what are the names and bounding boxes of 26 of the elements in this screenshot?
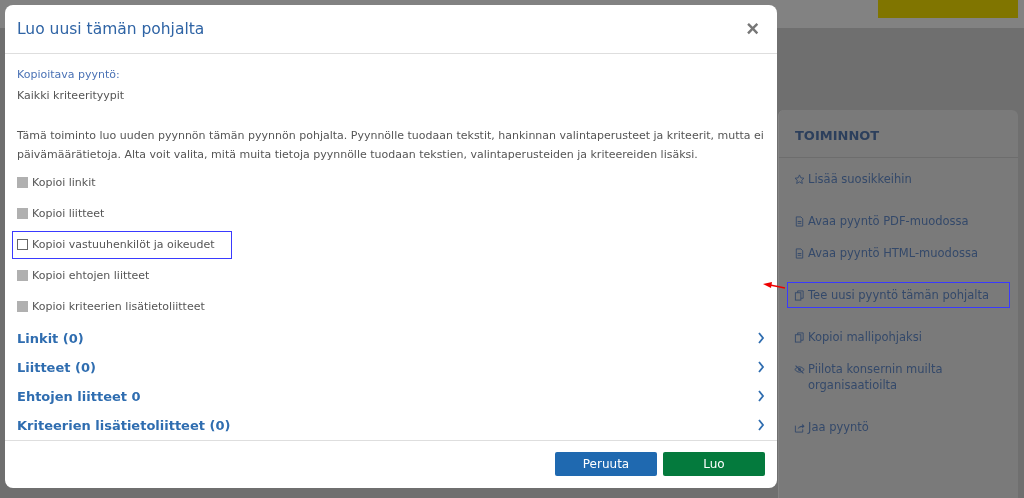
panel-title: TOIMINNOT	[794, 127, 881, 145]
create-button[interactable]: Luo	[663, 452, 765, 477]
dialog-title: Luo uusi tämän pohjalta	[17, 20, 205, 38]
chevron-icon	[757, 419, 765, 432]
star-icon	[794, 174, 805, 185]
cancel-button[interactable]: Peruuta	[555, 452, 657, 477]
hidden-eye-icon	[794, 364, 805, 375]
collapsible-section[interactable]: Liitteet (0)	[17, 352, 765, 382]
checkbox-option[interactable]: Kopioi vastuuhenkilöt ja oikeudet	[12, 230, 232, 259]
field-value: Kaikki kriteerityypit	[17, 88, 126, 102]
copy-icon	[794, 290, 805, 301]
description-text: Tämä toiminto luo uuden pyynnön tämän pyynnön pohjalta. Pyynnölle tuodaan tekstit, hankinnan valintaperusteet ja kriteerit, mutta ei päivämäärätietoja. Alta voit valita, mitä muita tietoja pyynnölle tuodaan tekstien, valintaperusteiden ja kriteereiden lisäksi.	[17, 127, 765, 163]
collapsible-section[interactable]: Ehtojen liitteet 0	[17, 381, 765, 411]
collapsible-section[interactable]: Linkit (0)	[17, 323, 765, 353]
collapsible-section[interactable]: Kriteerien lisätietoliitteet (0)	[17, 410, 765, 440]
close-button[interactable]: ×	[740, 16, 765, 42]
field-label: Kopioitava pyyntö:	[17, 67, 121, 81]
copy-icon	[794, 332, 805, 343]
checkbox[interactable]	[17, 239, 28, 251]
share-icon	[794, 422, 805, 433]
document-icon	[794, 216, 805, 227]
chevron-icon	[757, 390, 765, 403]
document-icon	[794, 248, 805, 259]
annotation-arrow	[762, 280, 786, 292]
chevron-icon	[757, 332, 765, 345]
chevron-icon	[757, 361, 765, 374]
